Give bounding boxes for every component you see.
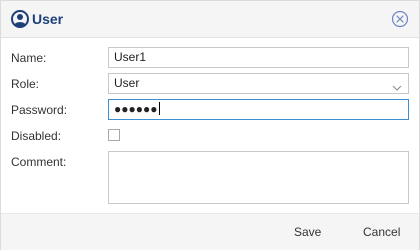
name-value: User1 [114,50,147,64]
user-dialog: User Name: User1 Role: User Password: ●●… [0,0,420,250]
dialog-title: User [32,11,64,27]
disabled-label: Disabled: [11,129,62,143]
name-label: Name: [11,51,47,65]
chevron-down-icon [392,79,402,91]
name-field[interactable]: User1 [108,47,409,68]
role-label: Role: [11,77,40,91]
role-value: User [114,76,140,90]
comment-label: Comment: [11,155,67,169]
role-select[interactable]: User [108,73,409,94]
close-icon[interactable] [391,10,409,28]
password-field[interactable]: ●●●●●● [108,99,409,120]
user-icon [11,10,29,28]
cancel-button[interactable]: Cancel [363,214,400,250]
dialog-footer: Save Cancel [1,213,419,250]
text-caret [158,102,160,115]
password-label: Password: [11,103,68,117]
dialog-titlebar: User [1,1,419,38]
disabled-checkbox[interactable] [108,129,120,141]
comment-textarea[interactable] [108,151,409,204]
password-value: ●●●●●● [114,102,158,116]
save-button[interactable]: Save [294,214,321,250]
